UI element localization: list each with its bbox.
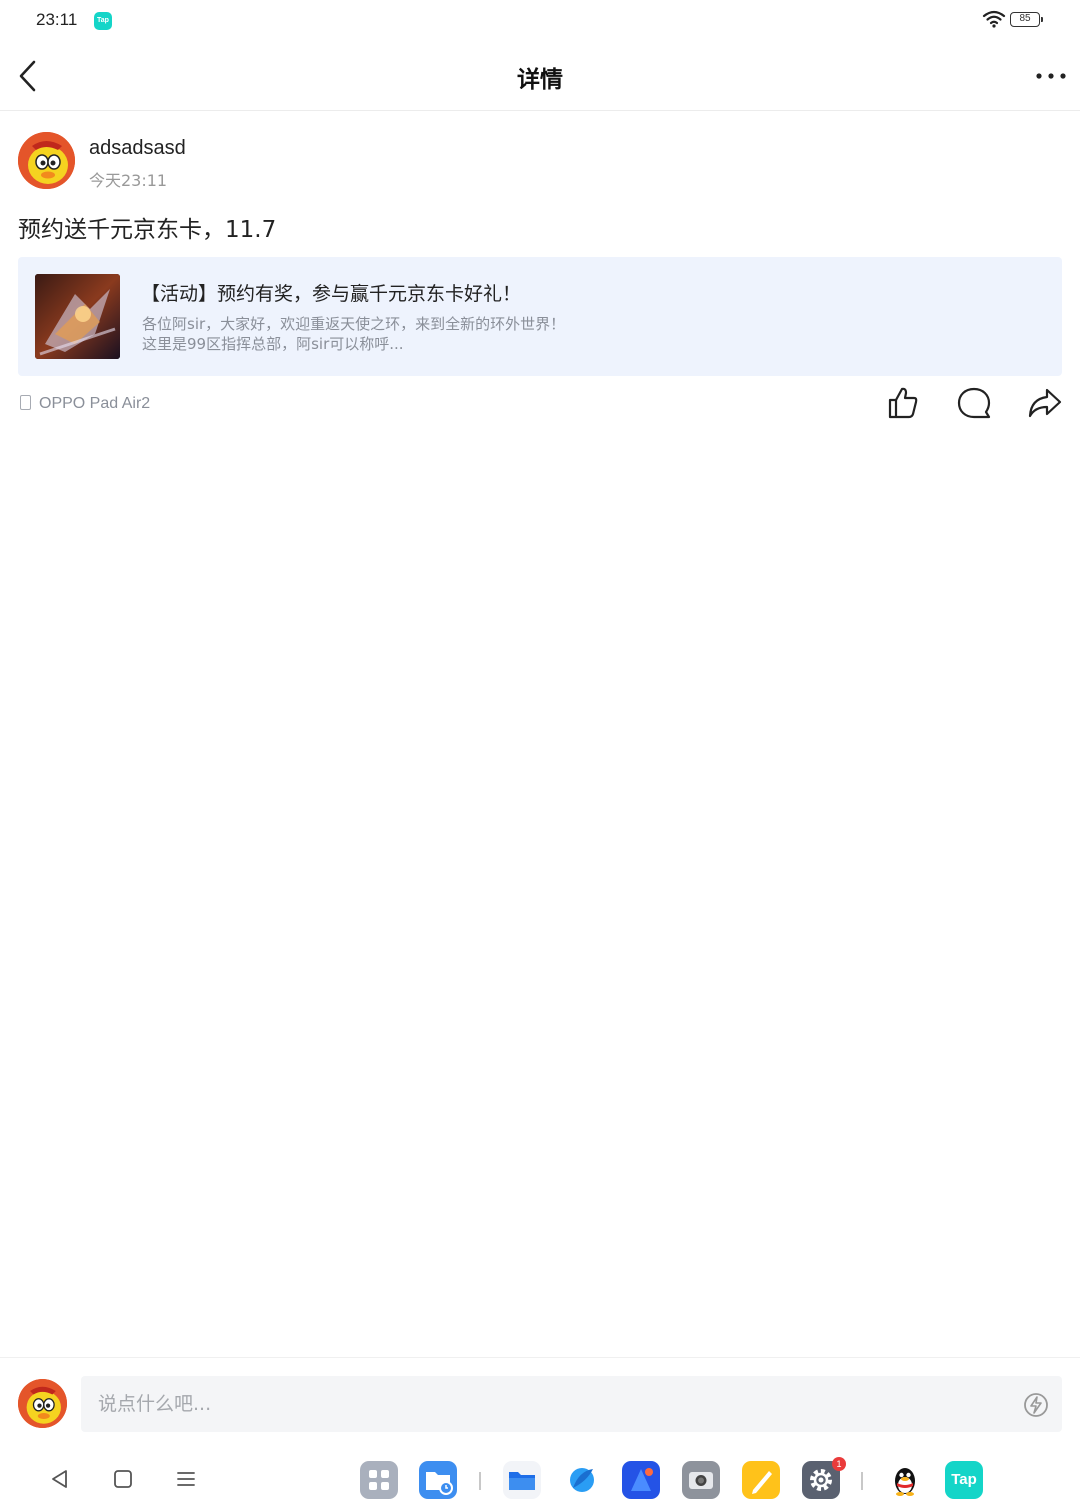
nav-home-icon[interactable]: [110, 1466, 136, 1492]
article-summary-line: 这里是99区指挥总部，阿sir可以称呼...: [142, 335, 404, 353]
dock-divider: [861, 1472, 863, 1490]
app-store-icon[interactable]: [622, 1461, 660, 1499]
my-avatar: [18, 1379, 67, 1428]
camera-icon[interactable]: [682, 1461, 720, 1499]
page-title: 详情: [517, 67, 563, 93]
device-name: OPPO Pad Air2: [39, 395, 151, 412]
dock-divider: [479, 1472, 481, 1490]
like-thumb-icon[interactable]: [885, 385, 921, 421]
nav-recents-icon[interactable]: [173, 1466, 199, 1492]
system-nav-bar: Tap: [0, 1450, 1080, 1512]
more-options-icon[interactable]: [1034, 70, 1068, 82]
taptap-status-icon: Tap: [94, 12, 112, 30]
top-app-bar: 详情: [0, 40, 1080, 111]
post-text: 预约送千元京东卡，11.7: [18, 217, 277, 243]
duck-avatar-icon: [18, 132, 75, 189]
status-bar: 23:11 Tap 85: [0, 0, 1080, 40]
notes-icon[interactable]: [742, 1461, 780, 1499]
comment-bar: [0, 1357, 1080, 1445]
recent-files-icon[interactable]: [419, 1461, 457, 1499]
status-time: 23:11: [36, 10, 78, 29]
tablet-icon: [20, 395, 31, 410]
device-info: OPPO Pad Air2: [20, 395, 150, 413]
wifi-icon: [982, 10, 1006, 28]
quick-reply-flash-icon[interactable]: [1023, 1392, 1049, 1418]
file-manager-icon[interactable]: [503, 1461, 541, 1499]
author-name[interactable]: adsadsasd: [89, 137, 186, 160]
avatar[interactable]: [18, 132, 75, 189]
post-time: 今天23:11: [89, 171, 168, 190]
linked-article-card[interactable]: 【活动】预约有奖，参与赢千元京东卡好礼！ 各位阿sir，大家好，欢迎重返天使之环…: [18, 257, 1062, 376]
browser-icon[interactable]: [563, 1461, 601, 1499]
article-thumbnail: [35, 274, 120, 359]
duck-avatar-icon: [18, 1379, 67, 1428]
app-drawer-icon[interactable]: [360, 1461, 398, 1499]
battery-icon: 85: [1010, 12, 1043, 27]
taptap-app-icon[interactable]: Tap: [945, 1461, 983, 1499]
article-summary: 各位阿sir，大家好，欢迎重返天使之环，来到全新的环外世界！ 这里是99区指挥总…: [142, 314, 565, 354]
comment-bubble-icon[interactable]: [956, 385, 992, 421]
share-arrow-icon[interactable]: [1027, 385, 1063, 421]
comment-input[interactable]: [81, 1376, 1062, 1432]
qq-penguin-icon[interactable]: [886, 1461, 924, 1499]
notification-badge: 1: [832, 1457, 846, 1471]
nav-back-icon[interactable]: [47, 1466, 73, 1492]
article-summary-line: 各位阿sir，大家好，欢迎重返天使之环，来到全新的环外世界！: [142, 315, 566, 333]
article-title: 【活动】预约有奖，参与赢千元京东卡好礼！: [141, 283, 522, 305]
